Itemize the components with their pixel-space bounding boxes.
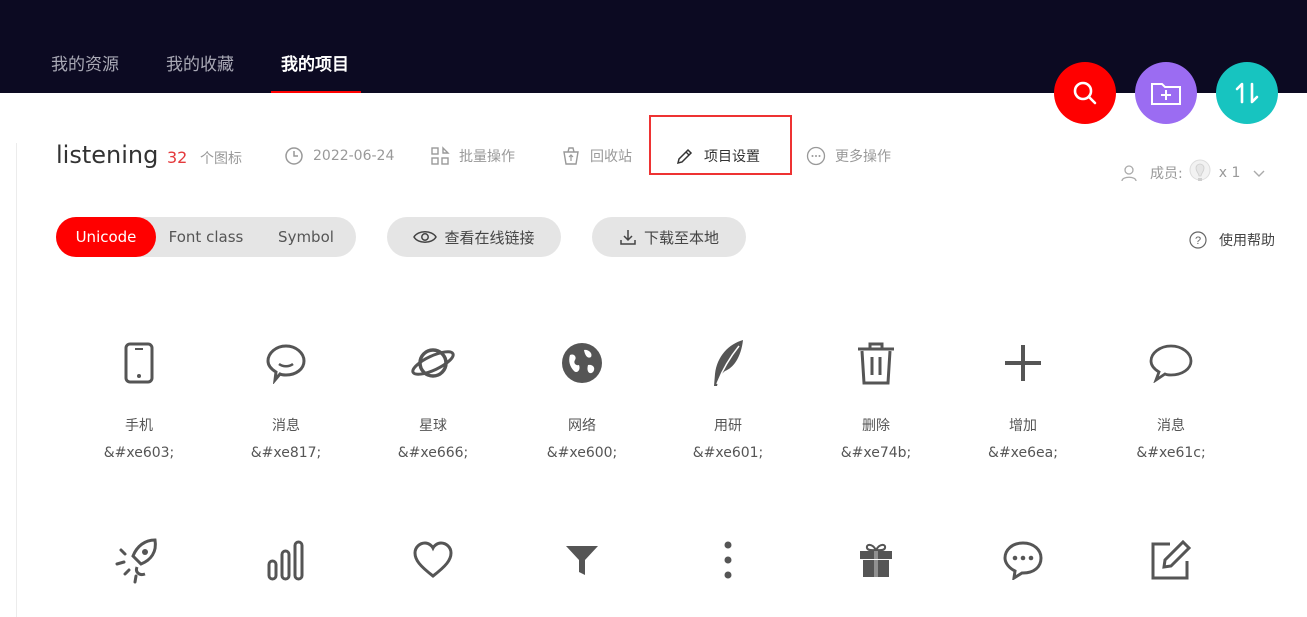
- new-folder-button[interactable]: [1135, 62, 1197, 124]
- tab-my-favorites[interactable]: 我的收藏: [166, 50, 234, 75]
- icon-name: 删除: [862, 418, 890, 434]
- icon-card[interactable]: 增加 &#xe6ea;: [953, 338, 1093, 461]
- chat-bubble-icon: [216, 338, 356, 388]
- more-vertical-icon: [658, 535, 798, 585]
- search-button[interactable]: [1054, 62, 1116, 124]
- chevron-down-icon: [1253, 170, 1265, 177]
- view-online-link-label: 查看在线链接: [444, 228, 535, 247]
- eye-icon: [413, 231, 438, 243]
- recycle-bin-label: 回收站: [590, 149, 632, 165]
- icon-count: 32: [167, 148, 188, 167]
- search-icon: [1073, 81, 1097, 105]
- tab-font-class[interactable]: Font class: [156, 217, 256, 257]
- globe-icon: [512, 338, 652, 388]
- icon-code: &#xe74b;: [840, 445, 912, 461]
- icon-code: &#xe666;: [397, 445, 469, 461]
- settings-highlight-box: [649, 115, 792, 175]
- help-label: 使用帮助: [1219, 233, 1275, 249]
- plus-icon: [953, 338, 1093, 388]
- icon-card[interactable]: 网络 &#xe600;: [512, 338, 652, 461]
- icon-code: &#xe817;: [250, 445, 322, 461]
- members-section[interactable]: 成员: x 1: [1120, 158, 1266, 188]
- tab-my-resources[interactable]: 我的资源: [51, 50, 119, 75]
- help-icon: ?: [1189, 231, 1207, 249]
- user-icon: [1121, 165, 1137, 182]
- members-count: x 1: [1218, 165, 1241, 181]
- more-operations-label: 更多操作: [835, 149, 891, 165]
- avatar: [1189, 159, 1211, 181]
- icon-name: 网络: [568, 418, 596, 434]
- icon-name: 用研: [714, 418, 742, 434]
- icon-card[interactable]: 消息 &#xe61c;: [1101, 338, 1241, 461]
- icon-name: 消息: [1157, 418, 1185, 434]
- batch-operation-button[interactable]: 批量操作: [430, 145, 515, 167]
- batch-operation-label: 批量操作: [459, 149, 515, 165]
- planet-icon: [363, 338, 503, 388]
- filter-icon: [512, 535, 652, 585]
- grid-icon: [430, 146, 450, 166]
- icon-card[interactable]: 用研 &#xe601;: [658, 338, 798, 461]
- icon-card[interactable]: [512, 535, 652, 585]
- sort-button[interactable]: [1216, 62, 1278, 124]
- recycle-bin-button[interactable]: 回收站: [561, 145, 632, 167]
- members-label: 成员:: [1150, 166, 1183, 182]
- active-tab-indicator: [271, 91, 361, 93]
- icon-card[interactable]: 星球 &#xe666;: [363, 338, 503, 461]
- download-icon: [620, 230, 636, 245]
- bars-icon: [216, 535, 356, 585]
- content-left-border: [16, 143, 17, 617]
- more-circle-icon: [806, 146, 826, 166]
- recycle-bin-icon: [561, 146, 581, 166]
- rocket-icon: [69, 535, 209, 585]
- folder-plus-icon: [1151, 83, 1181, 105]
- tab-unicode[interactable]: Unicode: [56, 217, 156, 257]
- phone-icon: [69, 338, 209, 388]
- help-link[interactable]: ? 使用帮助: [1188, 230, 1275, 250]
- svg-text:?: ?: [1195, 235, 1201, 247]
- icon-name: 手机: [125, 418, 153, 434]
- icon-name: 星球: [419, 418, 447, 434]
- speech-bubble-icon: [1101, 338, 1241, 388]
- icon-card[interactable]: [69, 535, 209, 585]
- edit-icon: [1101, 535, 1241, 585]
- sort-icon: [1235, 82, 1259, 104]
- icon-card[interactable]: 删除 &#xe74b;: [806, 338, 946, 461]
- icon-card[interactable]: [216, 535, 356, 585]
- view-online-link-button[interactable]: 查看在线链接: [387, 217, 561, 257]
- chat-dots-icon: [953, 535, 1093, 585]
- date-text: 2022-06-24: [313, 148, 395, 164]
- icon-code: &#xe603;: [103, 445, 175, 461]
- gift-icon: [806, 535, 946, 585]
- feather-icon: [658, 338, 798, 388]
- icon-card[interactable]: [363, 535, 503, 585]
- trash-icon: [806, 338, 946, 388]
- icon-name: 消息: [272, 418, 300, 434]
- project-title: listening: [56, 141, 159, 169]
- heart-icon: [363, 535, 503, 585]
- icon-code: &#xe601;: [692, 445, 764, 461]
- clock-icon: [284, 146, 304, 166]
- icon-card[interactable]: [1101, 535, 1241, 585]
- icon-card[interactable]: [953, 535, 1093, 585]
- icon-count-label: 个图标: [200, 151, 242, 167]
- format-tabs: Unicode Font class Symbol: [56, 217, 356, 257]
- icon-name: 增加: [1009, 418, 1037, 434]
- icon-card[interactable]: [806, 535, 946, 585]
- download-button[interactable]: 下载至本地: [592, 217, 746, 257]
- icon-card[interactable]: [658, 535, 798, 585]
- more-operations-button[interactable]: 更多操作: [806, 145, 891, 167]
- tab-my-projects[interactable]: 我的项目: [281, 50, 349, 75]
- icon-card[interactable]: 手机 &#xe603;: [69, 338, 209, 461]
- project-date: 2022-06-24: [284, 145, 394, 167]
- icon-code: &#xe61c;: [1136, 445, 1206, 461]
- tab-symbol[interactable]: Symbol: [256, 217, 356, 257]
- download-label: 下载至本地: [643, 228, 719, 247]
- icon-card[interactable]: 消息 &#xe817;: [216, 338, 356, 461]
- icon-code: &#xe600;: [546, 445, 618, 461]
- icon-code: &#xe6ea;: [988, 445, 1058, 461]
